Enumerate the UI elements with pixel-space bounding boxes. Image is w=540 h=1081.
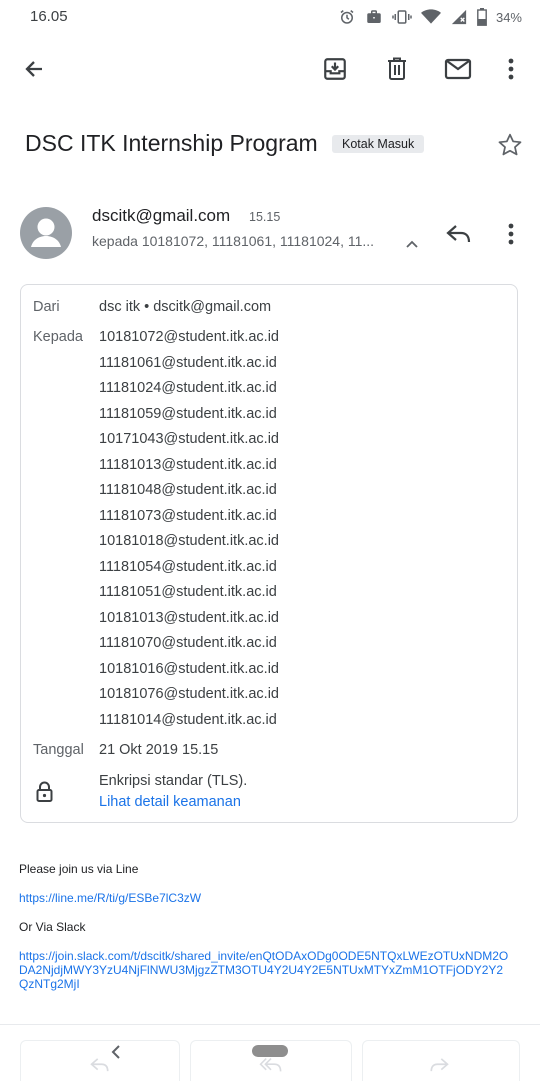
recipient-item: 10181018@student.itk.ac.id [99,533,279,549]
recipient-item: 11181061@student.itk.ac.id [99,354,277,371]
recipient-item: 10181072@student.itk.ac.id [99,329,279,345]
body-line-join: Please join us via Line [19,862,139,876]
sender-email: dscitk@gmail.com [92,206,231,225]
battery-icon [477,8,487,26]
more-options-button[interactable] [496,53,526,85]
recipient-item: 11181048@student.itk.ac.id [99,482,277,498]
recipient-item: 11181059@student.itk.ac.id [99,405,277,422]
message-more-button[interactable] [496,219,526,249]
inbox-label-chip[interactable]: Kotak Masuk [332,135,425,153]
chevron-left-icon [111,1044,121,1060]
recipient-item: 10181016@student.itk.ac.id [99,660,279,677]
person-icon [31,218,61,247]
vibrate-icon [392,8,412,26]
back-button[interactable] [16,53,52,85]
forward-icon [430,1058,449,1072]
star-button[interactable] [494,129,526,161]
date-value: 21 Okt 2019 15.15 [99,742,219,758]
star-icon [497,132,523,158]
from-value: dsc itk • dscitk@gmail.com [99,299,272,315]
reply-action-button[interactable] [20,1040,180,1081]
signal-icon [450,9,468,25]
status-icons: 34% [338,6,522,28]
recipient-item: 10181076@student.itk.ac.id [99,686,279,702]
recipient-item: 11181054@student.itk.ac.id [99,558,277,575]
chevron-up-icon [406,240,418,248]
briefcase-icon [365,8,383,26]
status-time: 16.05 [30,8,68,25]
body-line-slack: Or Via Slack [19,920,86,934]
recipient-item: 11181024@student.itk.ac.id [99,380,277,396]
recipient-item: 11181014@student.itk.ac.id [99,711,277,728]
collapse-details-button[interactable] [402,234,422,254]
delete-button[interactable] [381,53,413,85]
recipient-item: 11181051@student.itk.ac.id [99,584,277,600]
forward-action-button[interactable] [362,1040,520,1081]
nav-back-button[interactable] [104,1040,128,1064]
security-details-link[interactable]: Lihat detail keamanan [99,794,241,810]
sender-time: 15.15 [249,210,281,224]
recipient-item: 10181013@student.itk.ac.id [99,609,279,626]
arrow-left-icon [22,57,46,81]
archive-icon [322,56,348,82]
email-subject: DSC ITK Internship Program [25,130,318,156]
recipients-summary[interactable]: kepada 10181072, 11181061, 11181024, 11.… [92,233,397,249]
sender-avatar [20,207,72,259]
from-label: Dari [33,299,60,315]
trash-icon [385,56,409,82]
recipient-item: 11181070@student.itk.ac.id [99,635,277,651]
lock-icon [36,781,53,807]
more-vert-icon [508,58,514,80]
home-pill[interactable] [252,1045,288,1057]
recipient-item: 11181013@student.itk.ac.id [99,456,277,473]
line-invite-link[interactable]: https://line.me/R/ti/g/ESBe7lC3zW [19,891,509,905]
bottom-divider [0,1024,540,1025]
reply-button[interactable] [443,219,475,249]
battery-percent: 34% [495,9,522,25]
slack-invite-link[interactable]: https://join.slack.com/t/dscitk/shared_i… [19,949,509,991]
mail-icon [444,58,472,80]
date-label: Tanggal [33,742,84,758]
more-vert-icon [508,223,514,245]
archive-button[interactable] [319,53,351,85]
recipient-item: 10171043@student.itk.ac.id [99,431,279,447]
mark-unread-button[interactable] [442,53,474,85]
reply-icon [446,224,472,244]
wifi-icon [420,9,441,25]
to-label: Kepada [33,329,83,345]
reply-all-icon [259,1058,282,1072]
alarm-icon [338,8,356,26]
encryption-text: Enkripsi standar (TLS). [99,773,248,789]
recipient-item: 11181073@student.itk.ac.id [99,507,277,524]
